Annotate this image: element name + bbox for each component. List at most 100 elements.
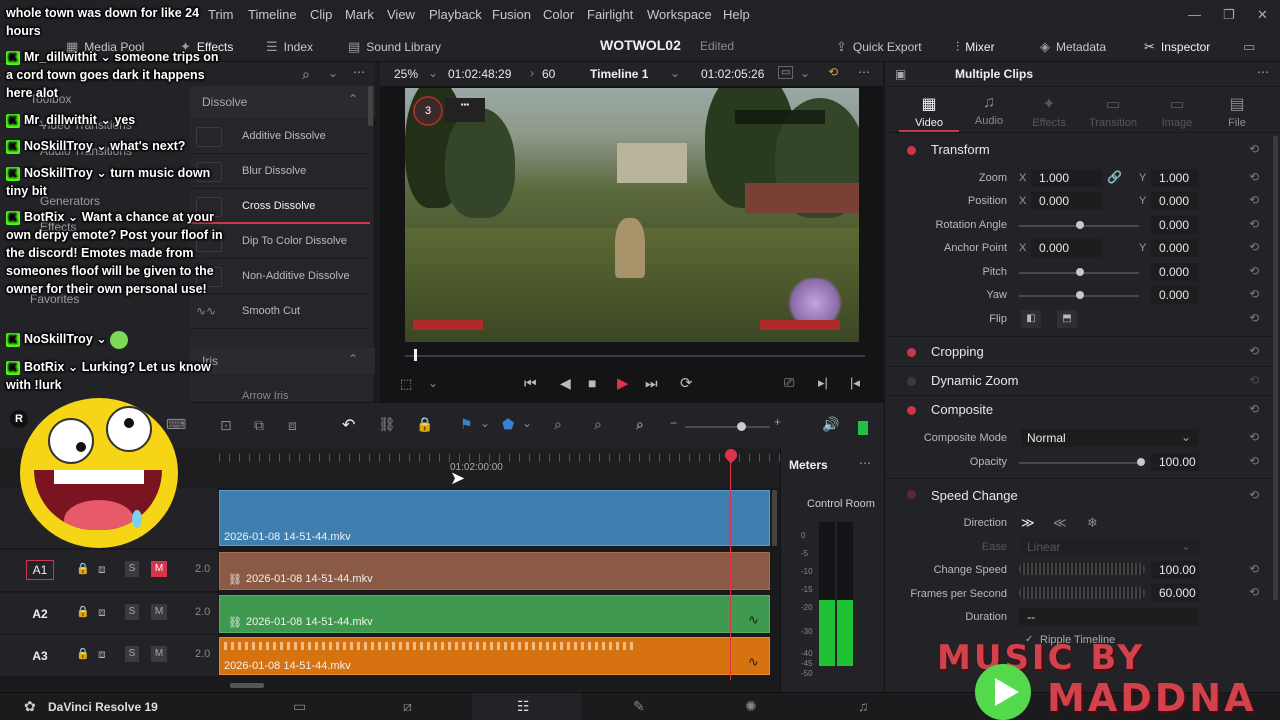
index-button[interactable]: ☰ Index [266, 39, 313, 55]
collapse-icon[interactable]: ⌃ [348, 352, 358, 366]
solo-button[interactable]: S [125, 604, 139, 620]
auto-select-icon[interactable]: ⧈ [98, 647, 106, 662]
tab-video[interactable]: ▦ Video [899, 94, 959, 129]
keyboard-icon[interactable]: ⌨ [166, 416, 186, 433]
maximize-icon[interactable]: ❐ [1223, 7, 1235, 23]
opacity-field[interactable]: 100.00 [1151, 453, 1199, 471]
track-id[interactable]: A2 [26, 605, 54, 625]
composite-enable-toggle[interactable] [907, 406, 916, 415]
lock-icon[interactable]: 🔒 [76, 647, 90, 660]
color-page-icon[interactable]: ✺ [745, 698, 757, 715]
video-clip[interactable]: 2026-01-08 14-51-44.mkv [219, 490, 770, 546]
dynamic-zoom-title[interactable]: Dynamic Zoom [931, 373, 1018, 388]
chevron-down-icon[interactable]: ⌄ [328, 66, 338, 80]
menu-view[interactable]: View [387, 7, 415, 22]
fps-field[interactable]: 60.000 [1151, 584, 1199, 602]
zoom-slider-knob[interactable] [737, 422, 746, 431]
scrollbar[interactable] [1273, 136, 1278, 600]
tab-effects[interactable]: ✦ Effects [1019, 94, 1079, 129]
collapse-icon[interactable]: ⌃ [348, 92, 358, 106]
position-x-field[interactable]: 0.000 [1031, 192, 1103, 210]
lock-icon[interactable]: 🔒 [76, 562, 90, 575]
anchor-y-field[interactable]: 0.000 [1151, 239, 1199, 257]
fade-handle-icon[interactable]: ∿ [748, 612, 759, 628]
track-id[interactable]: A1 [26, 560, 54, 580]
flip-horizontal-icon[interactable]: ◧ [1021, 310, 1041, 328]
snapping-icon[interactable]: ↶ [342, 415, 355, 435]
next-edit-icon[interactable]: ▸| [818, 375, 828, 391]
reset-icon[interactable]: ⟲ [1249, 264, 1259, 278]
audio-track-header-a2[interactable]: A2 🔒 ⧈ S M 2.0 [0, 593, 218, 635]
reset-icon[interactable]: ⟲ [1249, 344, 1259, 358]
menu-timeline[interactable]: Timeline [248, 7, 297, 22]
scrollbar[interactable] [368, 86, 373, 126]
menu-mark[interactable]: Mark [345, 7, 374, 22]
audio-clip-a1[interactable]: ⛓ 2026-01-08 14-51-44.mkv [219, 552, 770, 590]
skip-forward-icon[interactable]: ⏭ [645, 375, 658, 392]
fps-dial[interactable] [1019, 587, 1145, 599]
speed-change-title[interactable]: Speed Change [931, 488, 1018, 503]
menu-color[interactable]: Color [543, 7, 574, 22]
match-frame-icon[interactable]: ⎚ [784, 375, 794, 391]
scrubber-track[interactable] [405, 355, 865, 357]
fairlight-page-icon[interactable]: ♫ [858, 698, 869, 714]
scrubber-handle[interactable] [414, 349, 417, 361]
crop-icon[interactable]: ⬚ [400, 376, 412, 392]
menu-playback[interactable]: Playback [429, 7, 482, 22]
transform-enable-toggle[interactable] [907, 146, 916, 155]
ease-select[interactable]: Linear ⌄ [1021, 538, 1199, 556]
direction-forward-icon[interactable]: ≫ [1021, 515, 1035, 531]
menu-workspace[interactable]: Workspace [647, 7, 712, 22]
loop-icon[interactable]: ⟳ [680, 374, 693, 392]
reset-icon[interactable]: ⟲ [1249, 193, 1259, 207]
pitch-slider-knob[interactable] [1076, 268, 1084, 276]
mute-button[interactable]: M [151, 604, 167, 620]
video-preview[interactable]: 3 ▪▪▪ [405, 88, 859, 342]
composite-mode-select[interactable]: Normal ⌄ [1021, 429, 1199, 447]
more-options-icon[interactable]: ⋯ [353, 65, 365, 79]
solo-button[interactable]: S [125, 561, 139, 577]
media-page-icon[interactable]: ▭ [293, 698, 306, 715]
cut-page-icon[interactable]: ⧄ [403, 698, 412, 715]
viewer-zoom[interactable]: 25% [394, 67, 418, 81]
vertical-scrollbar[interactable] [772, 490, 777, 546]
speed-change-enable-toggle[interactable] [907, 490, 916, 499]
chevron-down-icon[interactable]: ⌄ [522, 416, 532, 430]
mc-icon[interactable]: ▭ [778, 66, 794, 79]
rotation-slider-knob[interactable] [1076, 221, 1084, 229]
yaw-slider-knob[interactable] [1076, 291, 1084, 299]
duration-field[interactable]: -- [1019, 608, 1199, 626]
fusion-page-icon[interactable]: ✎ [633, 698, 645, 715]
razor-tool-icon[interactable]: ⊡ [220, 417, 232, 434]
prev-edit-icon[interactable]: |◂ [850, 375, 860, 391]
flip-vertical-icon[interactable]: ⬒ [1057, 310, 1077, 328]
fx-arrow-iris[interactable]: Arrow Iris [242, 390, 288, 402]
cropping-title[interactable]: Cropping [931, 344, 984, 359]
sync-icon[interactable]: ⟲ [828, 65, 838, 79]
opacity-slider-knob[interactable] [1137, 458, 1145, 466]
zoom-custom-icon[interactable]: ⌕ [636, 416, 644, 433]
chevron-down-icon[interactable]: ⌄ [428, 376, 438, 390]
fade-handle-icon[interactable]: ∿ [748, 654, 759, 670]
mixer-button[interactable]: ⫶ Mixer [956, 39, 995, 55]
link-icon[interactable]: 🔗 [1107, 170, 1122, 184]
audio-clip-a3[interactable]: 2026-01-08 14-51-44.mkv ∿ [219, 637, 770, 675]
search-icon[interactable]: ⌕ [302, 66, 310, 83]
track-id[interactable]: A3 [26, 647, 54, 667]
audio-clip-a2[interactable]: ⛓ 2026-01-08 14-51-44.mkv ∿ [219, 595, 770, 633]
chevron-down-icon[interactable]: ⌄ [670, 66, 680, 80]
lock-icon[interactable]: 🔒 [76, 605, 90, 618]
playhead-line[interactable] [730, 458, 731, 680]
rotation-field[interactable]: 0.000 [1151, 216, 1199, 234]
chevron-down-icon[interactable]: ⌄ [428, 66, 438, 80]
zoom-slider[interactable] [685, 426, 770, 428]
dynamic-zoom-enable-toggle[interactable] [907, 377, 916, 386]
reset-icon[interactable]: ⟲ [1249, 170, 1259, 184]
menu-help[interactable]: Help [723, 7, 750, 22]
reset-icon[interactable]: ⟲ [1249, 430, 1259, 444]
inspector-button[interactable]: ✂ Inspector [1144, 39, 1210, 55]
opacity-slider[interactable] [1019, 462, 1143, 464]
chevron-down-icon[interactable]: ⌄ [480, 416, 490, 430]
more-options-icon[interactable]: ⋯ [858, 65, 870, 79]
reset-icon[interactable]: ⟲ [1249, 454, 1259, 468]
